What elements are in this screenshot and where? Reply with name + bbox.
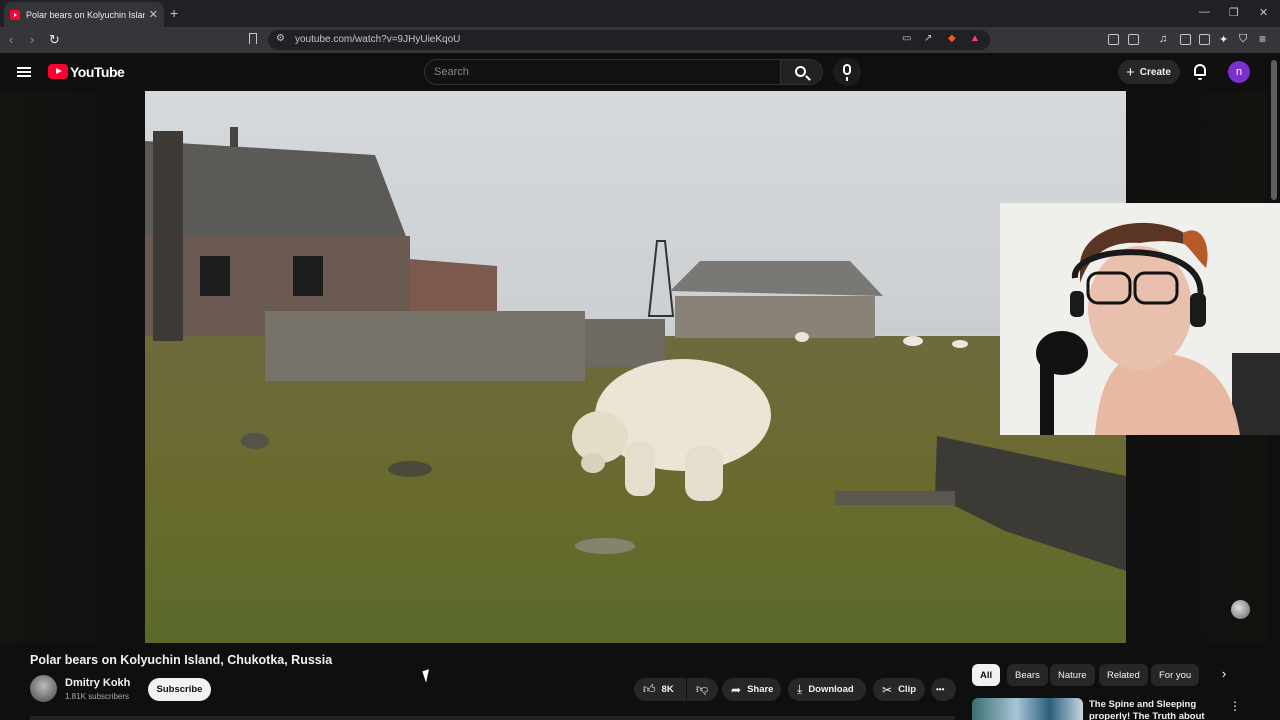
browser-toolbar: ‹ › ↻ ⚙ youtube.com/watch?v=9JHyUieKqoU … [0,27,1280,53]
subscribe-button[interactable]: Subscribe [148,678,211,701]
search-box[interactable] [424,59,781,85]
brave-shields-icon[interactable]: ◆ [948,33,956,44]
address-bar[interactable]: ⚙ youtube.com/watch?v=9JHyUieKqoU ▭ ↗ ◆ … [268,30,990,50]
description-panel-edge [30,716,955,720]
subscriber-count: 1.81K subscribers [65,692,130,701]
download-icon: ⤓ [797,682,803,696]
browser-menu-icon[interactable]: ≡ [1259,32,1266,46]
youtube-logo-text[interactable]: YouTube [70,64,125,80]
notifications-bell-icon[interactable] [1194,64,1206,80]
leo-ai-icon[interactable]: ✦ [1219,33,1228,46]
url-text: youtube.com/watch?v=9JHyUieKqoU [295,34,461,45]
video-player[interactable] [145,91,1126,643]
recommendation-thumbnail[interactable] [972,698,1083,720]
mouse-cursor-icon [422,669,433,683]
channel-avatar[interactable] [30,675,57,702]
brave-rewards-icon[interactable]: ▲ [970,33,980,44]
back-icon[interactable]: ‹ [9,32,13,47]
reload-icon[interactable]: ↻ [49,32,60,48]
chip-for-you[interactable]: For you [1151,664,1200,686]
account-avatar[interactable]: n [1228,61,1250,83]
minimize-button[interactable]: — [1199,6,1210,18]
chip-related[interactable]: Related [1099,664,1148,686]
streamer-webcam-image [1000,203,1280,435]
media-icon[interactable]: ♫ [1159,33,1167,45]
video-title: Polar bears on Kolyuchin Island, Chukotk… [30,653,333,667]
youtube-logo-icon[interactable] [48,64,68,79]
bookmark-icon[interactable] [249,33,257,44]
close-window-button[interactable]: ✕ [1259,6,1268,19]
scissors-icon: ✂ [882,682,893,697]
microphone-icon [843,64,851,81]
page-scrollbar[interactable] [1271,60,1277,200]
dislike-button[interactable]: 👎︎ [687,678,718,701]
search-icon [795,66,806,77]
forward-icon[interactable]: › [30,32,34,47]
channel-watermark-icon[interactable] [1231,600,1250,619]
voice-search-button[interactable] [833,58,861,86]
youtube-header: YouTube + Create n [0,53,1280,91]
clip-button[interactable]: ✂ Clip [873,678,925,701]
thumbs-down-icon: 👎︎ [696,682,709,696]
channel-name[interactable]: Dmitry Kokh [65,677,130,689]
search-button[interactable] [781,59,823,85]
vpn-icon[interactable]: ⛉ [1239,33,1247,46]
cast-icon[interactable]: ▭ [902,33,911,44]
download-label: Download [808,684,854,695]
extensions-icon[interactable] [1108,34,1119,45]
youtube-favicon-icon [10,9,20,20]
new-tab-button[interactable]: + [170,5,178,21]
browser-tab[interactable]: Polar bears on Kolyuchin Island, ✕ [4,2,164,27]
share-page-icon[interactable]: ↗ [924,33,932,44]
recommendation-more-icon[interactable]: ⋮ [1229,699,1241,713]
more-actions-button[interactable]: ••• [931,678,956,701]
thumbs-up-icon: 👍︎ [643,682,656,696]
clip-label: Clip [898,684,917,695]
share-button[interactable]: ➦ Share [722,678,781,701]
video-frame [145,91,1126,643]
chip-bears[interactable]: Bears [1007,664,1048,686]
share-icon: ➦ [731,682,742,697]
chip-nature[interactable]: Nature [1050,664,1095,686]
create-button[interactable]: + Create [1118,60,1180,84]
tab-title: Polar bears on Kolyuchin Island, [26,9,145,20]
screen: Polar bears on Kolyuchin Island, ✕ + — ❐… [0,0,1280,720]
like-count: 8K [661,684,674,695]
share-label: Share [747,684,774,695]
download-button[interactable]: ⤓ Download [788,678,866,701]
webcam-overlay [1000,203,1280,435]
restore-button[interactable]: ❐ [1229,6,1239,19]
hamburger-menu-icon[interactable] [17,67,31,77]
tab-search-icon[interactable] [1128,34,1139,45]
tab-close-icon[interactable]: ✕ [149,8,158,21]
sidebar-icon[interactable] [1180,34,1191,45]
recommendation-title[interactable]: The Spine and Sleeping properly! The Tru… [1089,699,1221,720]
chevron-right-icon[interactable]: › [1214,666,1234,686]
wallet-icon[interactable] [1199,34,1210,45]
site-info-icon[interactable]: ⚙ [276,33,285,44]
plus-icon: + [1126,63,1135,81]
search-input[interactable] [434,64,764,80]
chip-all[interactable]: All [972,664,1001,686]
browser-tab-strip: Polar bears on Kolyuchin Island, ✕ + — ❐… [0,0,1280,27]
like-button[interactable]: 👍︎ 8K [634,678,686,701]
create-label: Create [1139,66,1171,78]
